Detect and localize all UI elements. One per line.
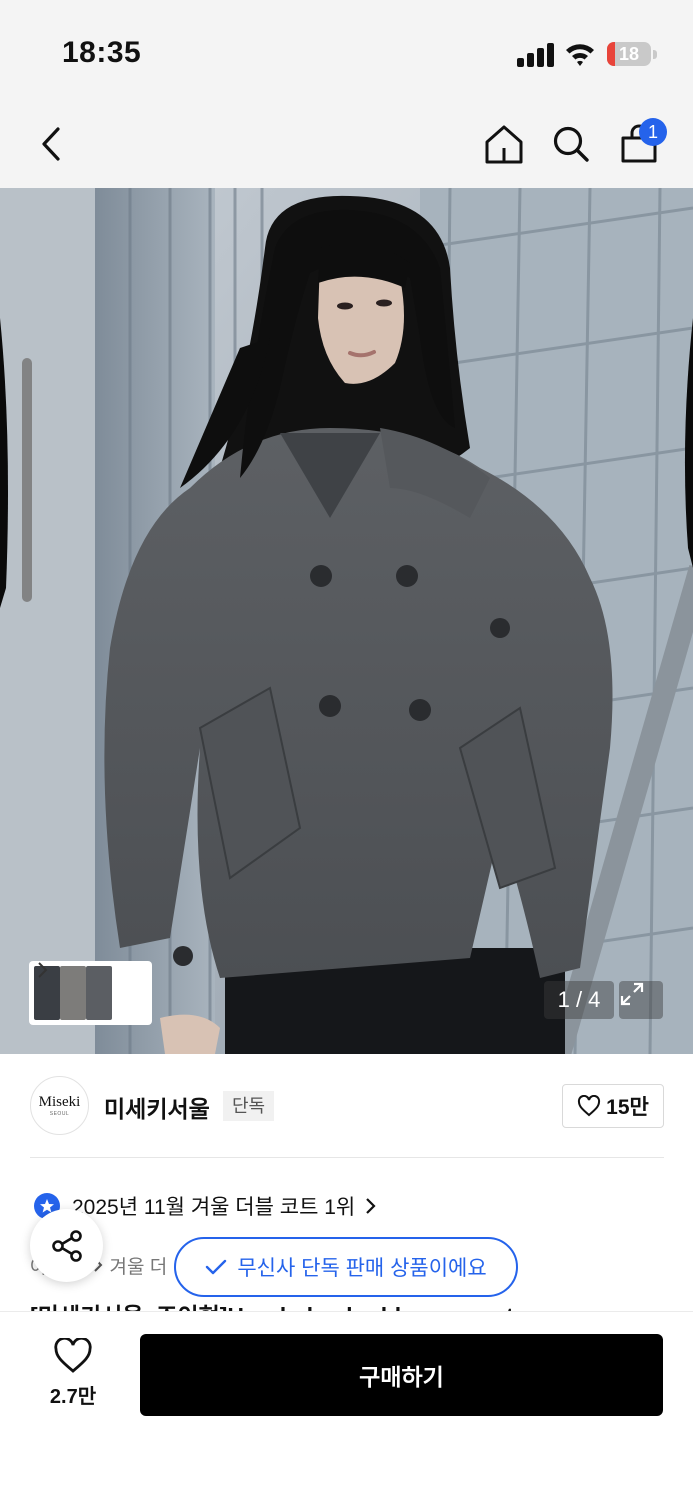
check-icon — [206, 1259, 227, 1275]
battery-percentage: 18 — [618, 44, 640, 64]
share-button[interactable] — [30, 1209, 103, 1282]
exclusive-tag: 단독 — [223, 1091, 275, 1121]
heart-icon — [54, 1338, 92, 1373]
buy-button[interactable]: 구매하기 — [140, 1334, 663, 1416]
wifi-icon — [564, 40, 596, 68]
battery-icon: 18 — [607, 40, 657, 68]
exclusive-sale-badge: 무신사 단독 판매 상품이에요 — [174, 1237, 518, 1297]
chevron-right-icon — [38, 962, 48, 978]
wishlist-count: 2.7만 — [49, 1386, 97, 1408]
heart-icon — [578, 1095, 601, 1117]
chevron-right-icon — [366, 1198, 376, 1214]
divider — [30, 1157, 664, 1158]
bottom-action-bar: 2.7만 구매하기 — [0, 1311, 693, 1500]
share-icon — [51, 1229, 82, 1262]
back-button[interactable] — [24, 116, 80, 172]
cart-button[interactable]: 1 — [611, 116, 667, 172]
status-bar: 18:35 18 — [0, 0, 693, 100]
thumbnail-strip-button[interactable] — [29, 961, 152, 1025]
brand-like-button[interactable]: 15만 — [562, 1084, 664, 1128]
home-button[interactable] — [476, 116, 532, 172]
cellular-signal-icon — [517, 43, 555, 67]
brand-row: Miseki SEOUL 미세키서울 단독 15만 — [30, 1076, 664, 1136]
brand-logo-subtext: SEOUL — [49, 1111, 70, 1117]
top-navigation-bar: 1 — [0, 100, 693, 188]
back-arrow-icon — [42, 127, 60, 161]
ranking-text: 2025년 11월 겨울 더블 코트 1위 — [72, 1196, 356, 1219]
breadcrumb-item[interactable]: 겨울 더 — [109, 1252, 167, 1279]
brand-logo-text: Miseki — [38, 1094, 81, 1110]
brand-like-count: 15만 — [606, 1096, 649, 1119]
status-time: 18:35 — [62, 36, 142, 69]
wishlist-button[interactable]: 2.7만 — [30, 1338, 116, 1418]
exclusive-sale-text: 무신사 단독 판매 상품이에요 — [237, 1257, 487, 1280]
brand-logo[interactable]: Miseki SEOUL — [30, 1076, 89, 1135]
home-icon — [485, 125, 523, 164]
product-photo — [0, 188, 693, 1054]
image-page-counter: 1 / 4 — [544, 981, 614, 1019]
image-scroll-indicator — [22, 358, 32, 602]
search-icon — [553, 126, 589, 162]
expand-icon — [620, 982, 644, 1006]
thumbnail-image — [60, 966, 86, 1020]
product-title: [미세키서울x조이현]Hooded ...double pea coat — [30, 1298, 670, 1312]
search-button[interactable] — [543, 116, 599, 172]
thumbnail-image — [86, 966, 112, 1020]
brand-name-link[interactable]: 미세키서울 — [104, 1090, 210, 1124]
product-image-gallery[interactable]: 1 / 4 — [0, 188, 693, 1054]
fullscreen-button[interactable] — [619, 981, 663, 1019]
cart-count-badge: 1 — [639, 118, 667, 146]
